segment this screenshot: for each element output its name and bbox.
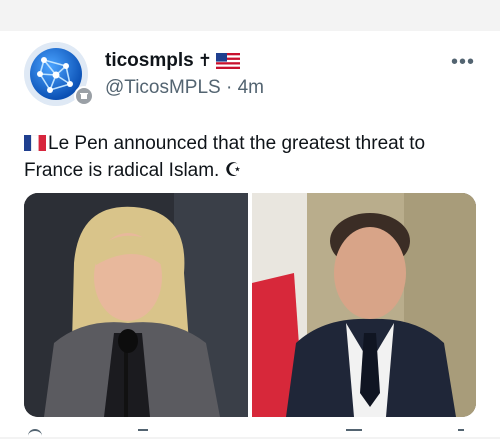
top-band: [0, 0, 500, 31]
author-name-row[interactable]: ticosmpls ✝: [105, 50, 240, 72]
timestamp[interactable]: 4m: [238, 77, 264, 98]
right-photo[interactable]: [252, 193, 476, 417]
us-flag-icon: [215, 53, 240, 69]
left-photo[interactable]: [24, 193, 248, 417]
affiliation-badge-icon: [74, 86, 94, 106]
handle-row: @TicosMPLS · 4m: [105, 77, 264, 99]
display-name[interactable]: ticosmpls: [105, 50, 194, 72]
more-options-icon[interactable]: •••: [451, 51, 475, 74]
separator: ·: [220, 77, 238, 98]
repost-icon[interactable]: [138, 429, 148, 439]
reply-icon[interactable]: [28, 429, 42, 439]
tweet-card[interactable]: ticosmpls ✝ @TicosMPLS · 4m ••• Le Pen a…: [0, 31, 500, 437]
cross-icon: ✝: [197, 51, 212, 70]
tweet-text: Le Pen announced that the greatest threa…: [24, 130, 464, 184]
media-photos[interactable]: [24, 193, 476, 417]
action-bar: [0, 429, 500, 437]
bookmark-icon[interactable]: [346, 429, 362, 439]
handle[interactable]: @TicosMPLS: [105, 77, 221, 98]
france-flag-icon: [24, 135, 46, 151]
share-icon[interactable]: [458, 429, 464, 439]
star-crescent-icon: ☪: [224, 160, 242, 181]
media-grid[interactable]: [24, 193, 476, 417]
